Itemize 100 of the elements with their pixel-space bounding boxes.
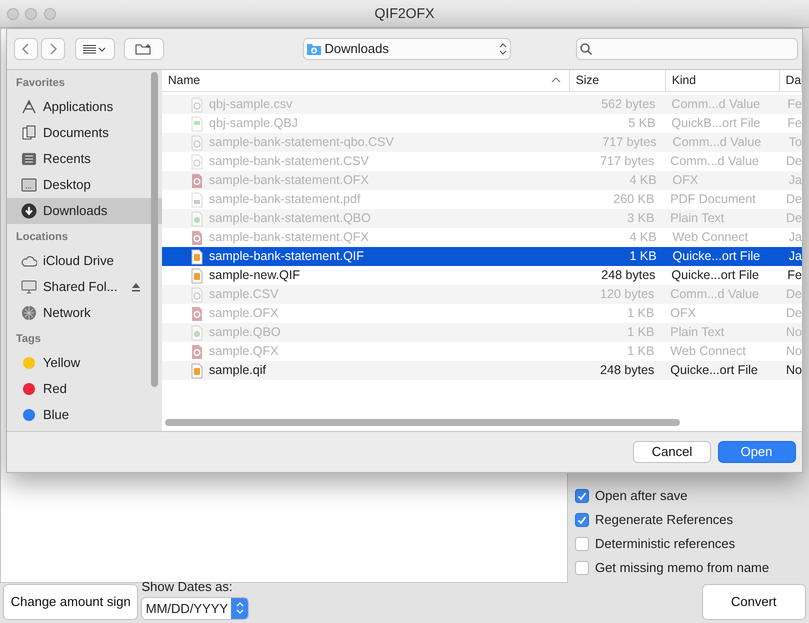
sidebar-label: iCloud Drive xyxy=(43,252,114,270)
checkbox-label: Open after save xyxy=(595,487,688,505)
monitor-icon xyxy=(21,278,37,295)
back-button[interactable] xyxy=(14,38,38,60)
column-header[interactable]: Size xyxy=(570,70,666,91)
file-size: 260 KB xyxy=(613,192,654,206)
documents-icon xyxy=(21,124,37,141)
file-icon xyxy=(191,96,203,113)
file-kind: Quicke...ort File xyxy=(671,268,759,282)
column-header[interactable]: Kind xyxy=(666,70,780,91)
scrollbar-thumb[interactable] xyxy=(165,419,680,426)
file-date: No xyxy=(786,344,802,358)
file-icon xyxy=(191,172,203,189)
file-icon xyxy=(191,154,203,170)
file-date: No xyxy=(786,363,802,378)
file-icon xyxy=(191,192,203,208)
file-size: 1 KB xyxy=(627,306,654,320)
file-name: sample.QBO xyxy=(209,324,281,342)
file-name: sample.qif xyxy=(209,362,266,380)
file-date: To xyxy=(788,135,802,150)
file-kind: Web Connect xyxy=(672,230,748,244)
sidebar-item[interactable]: Recents xyxy=(7,146,162,172)
file-icon xyxy=(191,268,203,284)
file-icon xyxy=(191,248,203,265)
file-date: Fe xyxy=(787,268,802,282)
file-size: 1 KB xyxy=(627,344,654,358)
column-header[interactable]: Name xyxy=(162,70,570,91)
file-name: sample-bank-statement.QIF xyxy=(209,248,364,266)
file-date: Ja xyxy=(788,173,802,188)
apps-icon xyxy=(21,98,37,115)
checkbox[interactable] xyxy=(574,560,588,575)
stepper-icon xyxy=(498,42,507,55)
sidebar-item[interactable]: Applications xyxy=(7,94,162,120)
folder-icon xyxy=(307,42,322,55)
file-kind: Quicke...ort File xyxy=(672,249,760,264)
cancel-button[interactable]: Cancel xyxy=(633,441,711,464)
sidebar-item[interactable]: Yellow xyxy=(7,350,162,376)
change-sign-button[interactable]: Change amount sign xyxy=(3,584,138,620)
forward-icon xyxy=(48,42,57,55)
file-icon xyxy=(191,344,203,360)
back-icon xyxy=(22,42,30,55)
file-icon xyxy=(191,286,203,303)
file-name: sample-bank-statement.OFX xyxy=(209,172,369,190)
checkbox[interactable] xyxy=(574,488,588,503)
window-control-button[interactable] xyxy=(6,8,18,20)
file-size: 717 bytes xyxy=(600,154,654,168)
sidebar-item[interactable]: Red xyxy=(7,376,162,402)
file-kind: Web Connect xyxy=(670,344,746,358)
file-size: 1 KB xyxy=(629,249,657,264)
file-date: De xyxy=(786,287,802,302)
column-header[interactable]: Da xyxy=(780,70,802,91)
sidebar-heading: Locations xyxy=(15,230,69,245)
file-size: 717 bytes xyxy=(602,135,657,150)
checkbox[interactable] xyxy=(574,536,588,551)
sidebar-label: Documents xyxy=(43,124,109,142)
desktop-icon xyxy=(21,176,37,193)
convert-button[interactable]: Convert xyxy=(702,584,806,620)
file-name: sample-bank-statement.pdf xyxy=(209,191,360,208)
sidebar-item[interactable]: Documents xyxy=(7,120,162,146)
file-kind: Plain Text xyxy=(670,325,724,340)
window-control-button[interactable] xyxy=(44,8,56,20)
location-select[interactable]: Downloads xyxy=(303,38,511,60)
file-size: 248 bytes xyxy=(601,268,656,282)
sidebar-label: Desktop xyxy=(43,176,91,194)
eject-icon[interactable] xyxy=(131,282,142,292)
scrollbar-thumb[interactable] xyxy=(151,72,158,387)
file-icon xyxy=(191,362,203,379)
file-size: 4 KB xyxy=(629,230,657,244)
checkbox[interactable] xyxy=(574,512,588,527)
sidebar-item[interactable]: Blue xyxy=(7,402,162,428)
file-name: sample-bank-statement.QFX xyxy=(209,229,369,246)
sidebar-item[interactable]: Downloads xyxy=(7,198,162,224)
file-row[interactable]: sample-new.QIF 248 bytes Quicke...ort File Fe xyxy=(162,266,802,286)
file-date: De xyxy=(786,192,802,206)
file-row[interactable]: sample.qif 248 bytes Quicke...ort File No xyxy=(162,361,802,380)
file-icon xyxy=(191,210,203,227)
forward-button[interactable] xyxy=(40,38,65,60)
file-size: 3 KB xyxy=(627,211,654,226)
view-button[interactable] xyxy=(74,38,114,60)
sidebar-label: Red xyxy=(43,380,67,398)
sidebar-heading: Favorites xyxy=(15,76,66,91)
window-control-button[interactable] xyxy=(25,8,37,20)
date-format-select[interactable]: MM/DD/YYYY xyxy=(141,596,250,620)
globe-icon xyxy=(21,304,37,321)
file-kind: QuickB...ort File xyxy=(671,116,760,130)
folder-add-icon xyxy=(135,42,154,55)
file-name: qbj-sample.QBJ xyxy=(209,115,298,132)
file-size: 562 bytes xyxy=(601,97,656,112)
file-kind: Plain Text xyxy=(670,211,724,226)
open-button[interactable]: Open xyxy=(718,441,796,464)
search-field[interactable] xyxy=(576,38,798,60)
file-kind: PDF Document xyxy=(670,192,756,206)
sidebar-label: Recents xyxy=(43,150,91,168)
sidebar-item[interactable]: iCloud Drive xyxy=(7,248,162,274)
file-date: Ja xyxy=(788,230,802,244)
sidebar-item[interactable]: Network xyxy=(7,300,162,326)
sidebar-item[interactable]: Shared Fol... xyxy=(7,274,162,300)
new-folder-button[interactable] xyxy=(124,38,164,60)
file-row[interactable]: sample-bank-statement.QIF 1 KB Quicke...ort File Ja xyxy=(162,247,802,266)
sidebar-item[interactable]: Desktop xyxy=(7,172,162,198)
